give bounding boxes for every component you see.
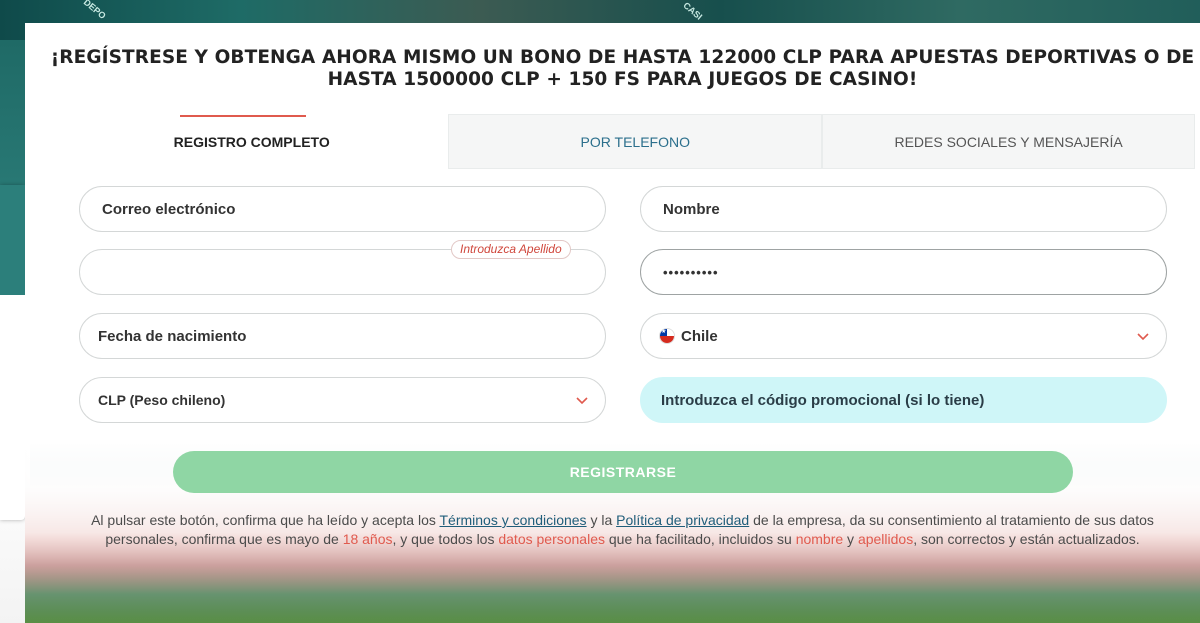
- birthdate-placeholder: Fecha de nacimiento: [98, 327, 247, 345]
- surname-highlight: apellidos: [857, 531, 914, 547]
- country-value: Chile: [681, 327, 718, 345]
- disclaimer-text: que ha facilitado, incluidos su: [605, 531, 796, 547]
- register-button[interactable]: REGISTRARSE: [173, 451, 1073, 493]
- promo-code-field[interactable]: Introduzca el código promocional (si lo …: [640, 377, 1167, 423]
- first-name-placeholder: Nombre: [663, 200, 720, 218]
- terms-link[interactable]: Términos y condiciones: [440, 512, 587, 528]
- birthdate-field[interactable]: Fecha de nacimiento: [79, 313, 606, 359]
- disclaimer-text: y la: [586, 512, 617, 528]
- disclaimer-text: , son correctos y están actualizados.: [913, 531, 1140, 547]
- tab-social-networks[interactable]: REDES SOCIALES Y MENSAJERÍA: [822, 114, 1195, 169]
- registration-tabs: REGISTRO COMPLETO POR TELEFONO REDES SOC…: [55, 114, 1195, 169]
- modal-title: ¡REGÍSTRESE Y OBTENGA AHORA MISMO UN BON…: [50, 47, 1195, 90]
- disclaimer-text: Al pulsar este botón, confirma que ha le…: [91, 512, 440, 528]
- first-name-field[interactable]: Nombre: [640, 186, 1167, 232]
- password-value: ••••••••••: [663, 264, 719, 280]
- legal-disclaimer: Al pulsar este botón, confirma que ha le…: [70, 511, 1175, 549]
- currency-select[interactable]: CLP (Peso chileno): [79, 377, 606, 423]
- email-placeholder: Correo electrónico: [102, 200, 236, 218]
- disclaimer-text: y: [843, 531, 858, 547]
- country-select[interactable]: ★ Chile: [640, 313, 1167, 359]
- surname-error-hint: Introduzca Apellido: [451, 240, 571, 259]
- personal-data-highlight: datos personales: [498, 531, 605, 547]
- name-highlight: nombre: [795, 531, 844, 547]
- email-field[interactable]: Correo electrónico: [79, 186, 606, 232]
- disclaimer-text: , y que todos los: [392, 531, 499, 547]
- privacy-link[interactable]: Política de privacidad: [616, 512, 749, 528]
- age-highlight: 18 años: [342, 531, 393, 547]
- chevron-down-icon: [1137, 333, 1149, 341]
- currency-value: CLP (Peso chileno): [98, 392, 226, 408]
- tab-full-registration[interactable]: REGISTRO COMPLETO: [55, 114, 449, 169]
- password-field[interactable]: ••••••••••: [640, 249, 1167, 295]
- registration-modal: ¡REGÍSTRESE Y OBTENGA AHORA MISMO UN BON…: [25, 23, 1200, 623]
- tab-by-phone[interactable]: POR TELEFONO: [448, 114, 823, 169]
- promo-code-placeholder: Introduzca el código promocional (si lo …: [661, 391, 985, 409]
- side-panel-header: [0, 185, 25, 295]
- chile-flag-icon: ★: [659, 328, 675, 344]
- chevron-down-icon: [576, 397, 588, 405]
